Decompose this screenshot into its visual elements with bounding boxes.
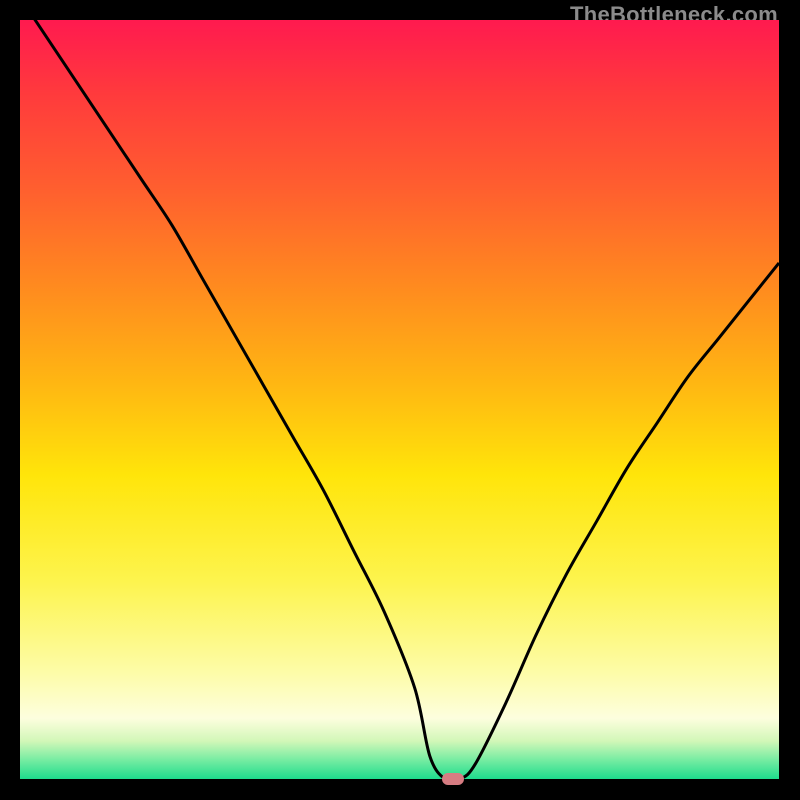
chart-container: TheBottleneck.com: [0, 0, 800, 800]
bottleneck-curve: [20, 20, 779, 779]
plot-area: [20, 20, 779, 779]
